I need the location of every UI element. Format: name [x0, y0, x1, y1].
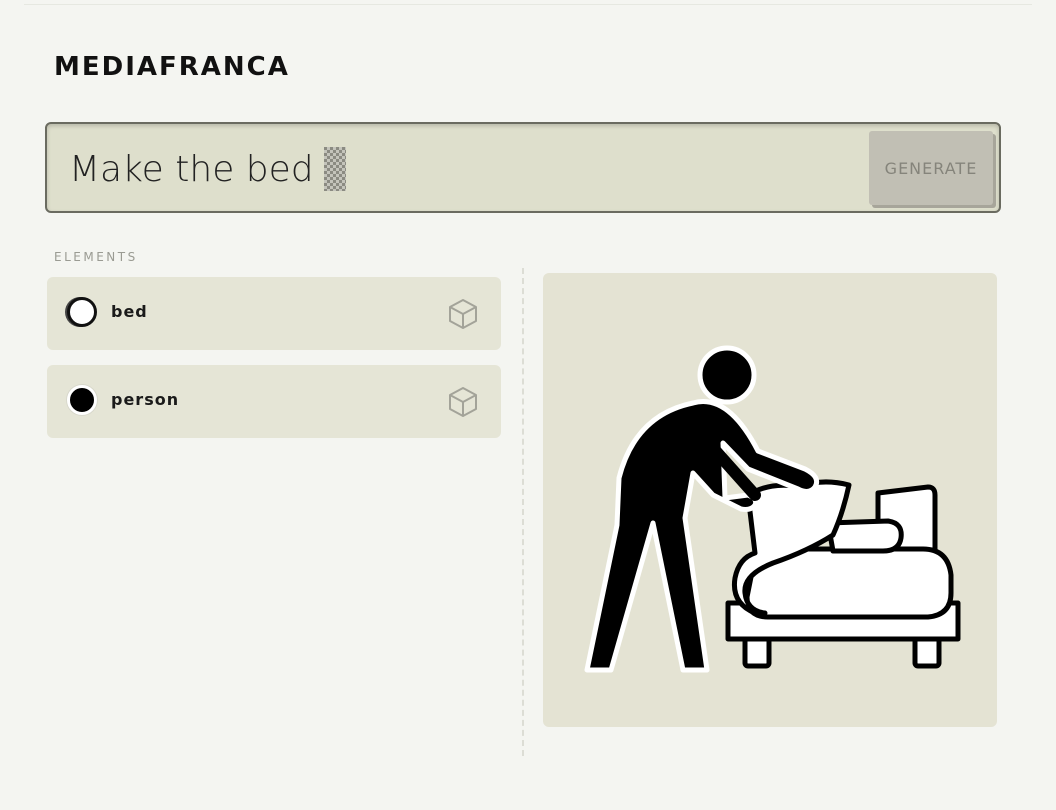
text-cursor: [323, 147, 346, 191]
color-swatch-white[interactable]: [67, 297, 97, 327]
preview-canvas: [543, 273, 997, 727]
elements-section-title: ELEMENTS: [54, 250, 138, 264]
element-label: person: [111, 390, 180, 409]
prompt-text: Make the bed: [69, 148, 314, 190]
prompt-bar: Make the bed GENERATE: [45, 122, 1001, 213]
person-making-bed-pictogram: [584, 345, 961, 673]
prompt-input[interactable]: Make the bed: [69, 144, 346, 194]
app-window: MEDIAFRANCA Make the bed GENERATE ELEMEN…: [0, 0, 1056, 810]
color-swatch-black[interactable]: [67, 385, 97, 415]
element-item-person[interactable]: person: [47, 365, 501, 438]
element-label: bed: [111, 302, 148, 321]
person-head: [697, 345, 757, 405]
cube-icon[interactable]: [447, 298, 479, 330]
element-item-bed[interactable]: bed: [47, 277, 501, 350]
generate-button[interactable]: GENERATE: [869, 131, 993, 205]
top-divider: [24, 4, 1032, 5]
cube-icon[interactable]: [447, 386, 479, 418]
column-divider: [522, 268, 524, 756]
app-logo: MEDIAFRANCA: [54, 52, 290, 82]
